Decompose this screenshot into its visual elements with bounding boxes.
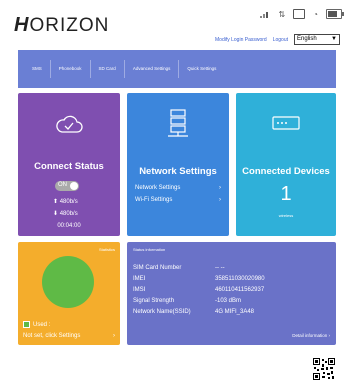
router-icon: [272, 116, 300, 130]
status-information-card: Status information SIM Card Number -- -- …: [127, 242, 336, 345]
connected-devices-card[interactable]: Connected Devices 1 wireless: [236, 93, 336, 236]
wan-icon: ⇅: [278, 9, 286, 19]
tab-quick-settings[interactable]: Quick Settings: [178, 60, 224, 78]
arrow-up-icon: ⬆: [53, 199, 59, 205]
used-legend: Used :: [23, 321, 50, 328]
language-select[interactable]: English ▼: [294, 34, 340, 45]
arrow-down-icon: ⬇: [53, 211, 59, 217]
usage-pie: [42, 256, 94, 308]
tab-sd-card[interactable]: SD Card: [89, 60, 124, 78]
cloud-icon: [56, 115, 83, 133]
connection-toggle[interactable]: ON: [55, 181, 79, 191]
info-row: IMSI 460110411562937: [133, 287, 265, 293]
device-count: 1: [280, 183, 292, 205]
chevron-right-icon: ›: [219, 197, 221, 203]
brand-logo: HORIZON: [14, 14, 110, 36]
tab-phonebook[interactable]: Phonebook: [49, 60, 90, 78]
server-icon: [168, 109, 188, 137]
chevron-right-icon: ›: [113, 333, 115, 339]
info-row: Network Name(SSID) 4G MIFI_3A48: [133, 309, 255, 315]
chevron-right-icon: ›: [328, 333, 331, 338]
signal-icon: [260, 10, 270, 18]
info-row: Signal Strength -103 dBm: [133, 298, 242, 304]
info-row: IMEI 358511030020980: [133, 276, 265, 282]
toggle-label: ON: [58, 182, 67, 188]
used-swatch: [23, 321, 30, 328]
statistics-title: Statistics: [98, 247, 115, 252]
tab-sms[interactable]: SMS: [24, 60, 50, 78]
qr-code: [313, 358, 335, 380]
status-icons: ⇅ ◔: [260, 9, 344, 19]
usage-settings-link[interactable]: Not set, click Settings ›: [23, 333, 115, 339]
chevron-down-icon: ▼: [331, 36, 337, 42]
main-nav: SMS Phonebook SD Card Advanced Settings …: [18, 50, 336, 88]
connect-status-card: Connect Status ON ⬆ 480b/s ⬇ 480b/s 00:0…: [18, 93, 120, 236]
status-info-title: Status information: [133, 247, 166, 252]
sim-icon: [293, 9, 306, 19]
link-wifi-settings[interactable]: Wi-Fi Settings ›: [135, 197, 221, 203]
chevron-right-icon: ›: [219, 185, 221, 191]
upload-rate: ⬆ 480b/s: [53, 199, 78, 205]
logout-link[interactable]: Logout: [273, 37, 288, 43]
download-rate: ⬇ 480b/s: [53, 211, 78, 217]
wifi-icon: ◔: [313, 9, 318, 19]
device-type: wireless: [278, 213, 294, 218]
statistics-card: Statistics Used : Not set, click Setting…: [18, 242, 120, 345]
link-network-settings[interactable]: Network Settings ›: [135, 185, 221, 191]
info-row: SIM Card Number -- --: [133, 265, 225, 271]
tab-advanced-settings[interactable]: Advanced Settings: [123, 60, 179, 78]
network-settings-title: Network Settings: [139, 166, 217, 177]
connection-duration: 00:04:00: [57, 223, 81, 229]
network-settings-card: Network Settings Network Settings › Wi-Fi…: [127, 93, 229, 236]
language-value: English: [297, 36, 317, 42]
connect-status-title: Connect Status: [34, 161, 104, 172]
battery-icon: [326, 9, 344, 19]
header-links: Modify Login Password Logout English ▼: [215, 34, 340, 45]
detail-information-link[interactable]: Detail information ›: [292, 333, 330, 338]
modify-password-link[interactable]: Modify Login Password: [215, 37, 267, 43]
connected-devices-title: Connected Devices: [242, 166, 330, 177]
